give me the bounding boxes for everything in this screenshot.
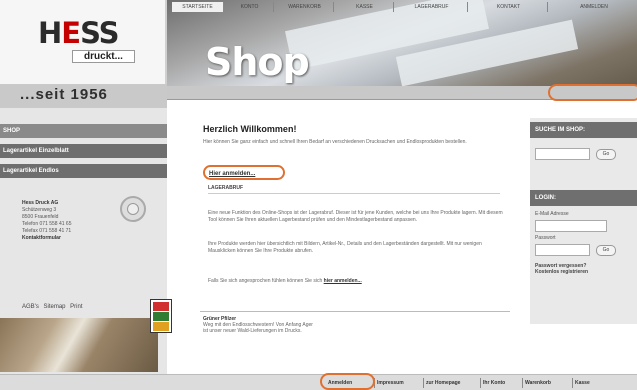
email-field[interactable] (535, 220, 607, 232)
hess-logo[interactable]: HESS (38, 16, 120, 50)
logo-subtitle: druckt... (72, 50, 135, 63)
bottom-link-impressum[interactable]: Impressum (374, 378, 406, 388)
password-field[interactable] (535, 244, 590, 256)
register-link[interactable]: Kostenlos registrieren (535, 269, 635, 275)
warehouse-photo (0, 318, 158, 372)
tab-warenkorb[interactable]: WARENKORB (276, 2, 334, 12)
tab-lagerabruf[interactable]: LAGERABRUF (396, 2, 468, 12)
bottom-link-homepage[interactable]: zur Homepage (423, 378, 462, 388)
logo-letter-h: H (38, 16, 62, 50)
logo-letters-ss: SS (80, 16, 119, 50)
sidebar-footer-links[interactable]: AGB's Sitemap Print (22, 304, 83, 310)
swatch-yellow (153, 322, 169, 331)
tab-kontakt[interactable]: KONTAKT (470, 2, 548, 12)
bottom-link-warenkorb[interactable]: Warenkorb (522, 378, 553, 388)
seal-inner (127, 203, 139, 215)
tab-startseite[interactable]: STARTSEITE (172, 2, 224, 12)
section-divider (208, 193, 500, 194)
intro-text: Hier können Sie ganz einfach und schnell… (203, 139, 467, 145)
bottom-link-konto[interactable]: Ihr Konto (480, 378, 507, 388)
news-line-2: ist unser neuer Wald-Lieferungen im Druc… (203, 328, 302, 334)
login-box-title: LOGIN: (530, 190, 637, 206)
sidebar-item-shop[interactable]: SHOP (0, 124, 167, 138)
address-fax: Telefax 071 558 41 71 (22, 228, 72, 234)
bottom-anmelden-highlight (320, 373, 375, 390)
login-go-button[interactable]: Go (596, 245, 616, 256)
tab-anmelden[interactable]: ANMELDEN (552, 2, 636, 12)
contact-form-link[interactable]: Kontaktformular (22, 235, 102, 242)
address-phone: Telefon 071 558 41 65 (22, 221, 72, 227)
swatch-red (153, 302, 169, 311)
search-input[interactable] (535, 148, 590, 160)
color-swatch-icon (150, 299, 172, 333)
email-label: E-Mail Adresse (535, 211, 569, 217)
p3-text: Falls Sie sich angesprochen fühlen könne… (208, 278, 323, 284)
tab-konto[interactable]: KONTO (226, 2, 274, 12)
quality-seal-icon (120, 196, 146, 222)
password-links: Passwort vergessen? Kostenlos registrier… (535, 263, 635, 275)
tab-kasse[interactable]: KASSE (336, 2, 394, 12)
company-address: Hess Druck AG Schützenweg 3 8500 Frauenf… (22, 200, 102, 242)
company-name: Hess Druck AG (22, 200, 59, 206)
lagerabruf-paragraph-3: Falls Sie sich angesprochen fühlen könne… (208, 278, 508, 285)
p3-login-link[interactable]: hier anmelden... (324, 278, 362, 284)
password-label: Passwort (535, 235, 556, 241)
search-box-title: SUCHE IM SHOP: (530, 122, 637, 138)
section-title-lagerabruf: LAGERABRUF (208, 185, 243, 191)
logo-letter-e: E (61, 16, 81, 50)
news-teaser: Grüner Pfilzer Weg mit den Endlosschwest… (203, 316, 443, 334)
address-street: Schützenweg 3 (22, 207, 57, 213)
footer-divider (200, 311, 510, 312)
tagline: ...seit 1956 (20, 86, 108, 103)
address-city: 8500 Frauenfeld (22, 214, 59, 220)
search-go-button[interactable]: Go (596, 149, 616, 160)
anmelden-tab-highlight (548, 84, 637, 101)
swatch-green (153, 312, 169, 321)
bottom-link-kasse[interactable]: Kasse (572, 378, 592, 388)
sidebar-item-lagerartikel-endlos[interactable]: Lagerartikel Endlos (0, 164, 167, 178)
page-title: Shop (205, 40, 310, 84)
login-link-highlight (203, 165, 285, 180)
lagerabruf-paragraph-1: Eine neue Funktion des Online-Shops ist … (208, 210, 503, 223)
sidebar-item-lagerartikel-einzelblatt[interactable]: Lagerartikel Einzelblatt (0, 144, 167, 158)
welcome-heading: Herzlich Willkommen! (203, 124, 297, 134)
main-content: Herzlich Willkommen! Hier können Sie gan… (183, 104, 523, 386)
lagerabruf-paragraph-2: Ihre Produkte werden hier übersichtlich … (208, 241, 482, 254)
